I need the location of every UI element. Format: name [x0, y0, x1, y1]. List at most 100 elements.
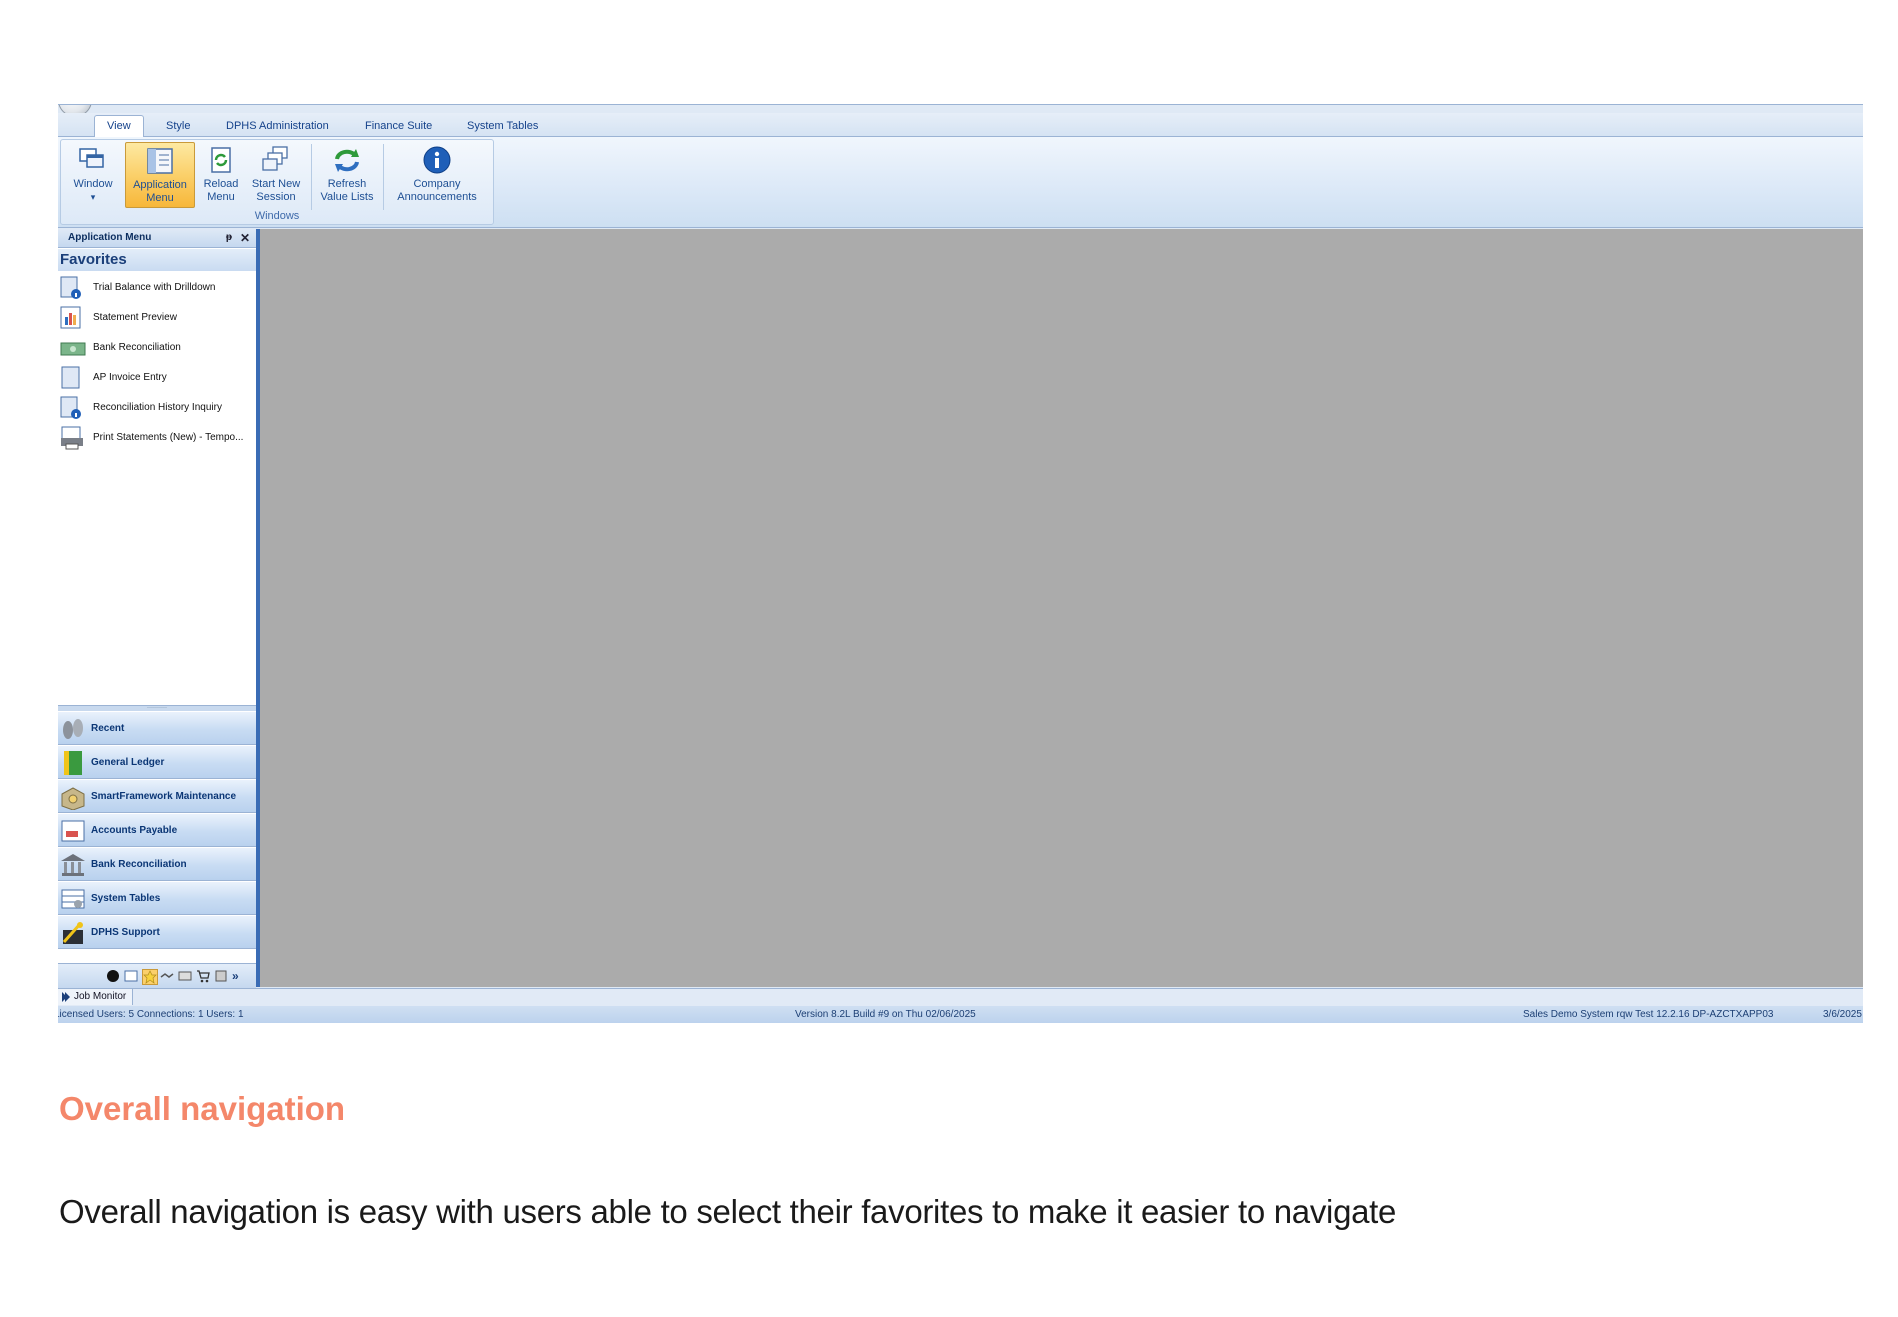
- bank-icon: [60, 852, 86, 878]
- nav-label: System Tables: [91, 893, 161, 904]
- start-new-session-label-line2: Session: [256, 191, 296, 203]
- refresh-icon: [332, 145, 362, 175]
- circle-icon[interactable]: [106, 969, 120, 983]
- document-icon: [60, 366, 82, 390]
- reload-menu-label-line2: Menu: [207, 191, 235, 203]
- refresh-value-lists-label-line1: Refresh: [327, 178, 367, 190]
- tab-view[interactable]: View: [94, 115, 144, 137]
- pin-icon[interactable]: ᵽ: [226, 229, 232, 247]
- windows-group: Window ▾ Application Menu Reload Menu St…: [60, 139, 494, 225]
- favorite-label: Reconciliation History Inquiry: [93, 402, 222, 413]
- favorite-label: Print Statements (New) - Tempo...: [93, 432, 244, 443]
- printer-icon: [60, 426, 83, 450]
- tab-dphs-administration[interactable]: DPHS Administration: [226, 116, 329, 136]
- nav-recent[interactable]: Recent: [58, 711, 256, 745]
- favorite-label: Trial Balance with Drilldown: [93, 282, 216, 293]
- reload-menu-button[interactable]: Reload Menu: [197, 142, 245, 206]
- job-monitor-icon: [62, 992, 70, 1002]
- application-menu-button[interactable]: Application Menu: [125, 142, 195, 208]
- favorite-label: Statement Preview: [93, 312, 177, 323]
- cart-icon[interactable]: [196, 969, 210, 983]
- favorites-heading: Favorites: [58, 249, 256, 271]
- status-bar: Licensed Users: 5 Connections: 1 Users: …: [58, 1006, 1863, 1023]
- invoice-icon: [60, 818, 86, 844]
- report-info-icon: [60, 276, 82, 300]
- favorite-item[interactable]: AP Invoice Entry: [58, 363, 256, 393]
- application-menu-panel: Application Menu ᵽ ✕ Favorites Trial Bal…: [58, 229, 260, 988]
- favorite-label: AP Invoice Entry: [93, 372, 167, 383]
- start-new-session-label-line1: Start New: [251, 178, 301, 190]
- refresh-value-lists-button[interactable]: Refresh Value Lists: [315, 142, 379, 206]
- favorite-item[interactable]: Reconciliation History Inquiry: [58, 393, 256, 423]
- ribbon-tab-bar: View Style DPHS Administration Finance S…: [58, 113, 1863, 137]
- panel-title-bar: Application Menu ᵽ ✕: [58, 229, 256, 248]
- support-tools-icon: [60, 920, 86, 946]
- keyboard-icon[interactable]: [178, 969, 192, 983]
- nav-general-ledger[interactable]: General Ledger: [58, 745, 256, 779]
- job-monitor-label: Job Monitor: [74, 991, 127, 1002]
- report-info-icon: [60, 396, 82, 420]
- application-menu-label-line1: Application: [133, 179, 187, 191]
- favorite-item[interactable]: Statement Preview: [58, 303, 256, 333]
- nav-bank-reconciliation[interactable]: Bank Reconciliation: [58, 847, 256, 881]
- tools-icon[interactable]: [214, 969, 228, 983]
- ribbon-separator: [383, 144, 384, 210]
- handshake-icon[interactable]: [160, 969, 174, 983]
- nav-smartframework-maintenance[interactable]: SmartFramework Maintenance: [58, 779, 256, 813]
- status-system-info: Sales Demo System rqw Test 12.2.16 DP-AZ…: [1523, 1009, 1774, 1020]
- company-announcements-label-line2: Announcements: [397, 191, 477, 203]
- status-version: Version 8.2L Build #9 on Thu 02/06/2025: [795, 1009, 976, 1020]
- nav-dphs-support[interactable]: DPHS Support: [58, 915, 256, 949]
- footprints-icon: [60, 716, 86, 742]
- reload-icon: [206, 145, 236, 175]
- close-icon[interactable]: ✕: [240, 229, 250, 247]
- nav-accounts-payable[interactable]: Accounts Payable: [58, 813, 256, 847]
- status-date: 3/6/2025: [1823, 1009, 1862, 1020]
- nav-label: General Ledger: [91, 757, 165, 768]
- tab-finance-suite[interactable]: Finance Suite: [365, 116, 432, 136]
- job-monitor-bar: Job Monitor: [58, 988, 1863, 1006]
- nav-label: Recent: [91, 723, 125, 734]
- navigation-overflow-bar: »: [58, 963, 256, 988]
- tab-system-tables[interactable]: System Tables: [467, 116, 538, 136]
- slide-body-text: Overall navigation is easy with users ab…: [59, 1193, 1397, 1230]
- nav-label: Bank Reconciliation: [91, 859, 187, 870]
- tab-style[interactable]: Style: [166, 116, 190, 136]
- company-announcements-button[interactable]: Company Announcements: [387, 142, 487, 206]
- ribbon-separator: [311, 144, 312, 210]
- info-icon: [422, 145, 452, 175]
- slide-heading: Overall navigation: [59, 1090, 346, 1127]
- window-button[interactable]: Window ▾: [65, 142, 121, 206]
- overflow-chevron-icon[interactable]: »: [232, 969, 246, 983]
- window-label: Window: [73, 178, 113, 190]
- ribbon-panel: Window ▾ Application Menu Reload Menu St…: [58, 137, 1863, 228]
- favorite-label: Bank Reconciliation: [93, 342, 181, 353]
- windows-group-label: Windows: [254, 210, 300, 222]
- bank-mini-icon[interactable]: [124, 969, 138, 983]
- nav-label: DPHS Support: [91, 927, 160, 938]
- favorite-item[interactable]: Trial Balance with Drilldown: [58, 273, 256, 303]
- refresh-value-lists-label-line2: Value Lists: [320, 191, 374, 203]
- application-menu-icon: [145, 146, 175, 176]
- gears-box-icon: [60, 784, 86, 811]
- window-icon: [78, 145, 108, 175]
- nav-label: Accounts Payable: [91, 825, 178, 836]
- reload-menu-label-line1: Reload: [203, 178, 239, 190]
- erp-application-window: View Style DPHS Administration Finance S…: [58, 104, 1863, 1023]
- mdi-workspace: [260, 229, 1863, 987]
- chart-report-icon: [60, 306, 82, 330]
- favorite-item[interactable]: Bank Reconciliation: [58, 333, 256, 363]
- status-license-info: Licensed Users: 5 Connections: 1 Users: …: [58, 1009, 244, 1020]
- table-gear-icon: [60, 886, 86, 912]
- new-session-icon: [261, 145, 291, 175]
- job-monitor-button[interactable]: Job Monitor: [58, 989, 134, 1005]
- nav-system-tables[interactable]: System Tables: [58, 881, 256, 915]
- money-icon: [60, 336, 86, 360]
- start-new-session-button[interactable]: Start New Session: [247, 142, 305, 206]
- favorite-item[interactable]: Print Statements (New) - Tempo...: [58, 423, 256, 453]
- nav-label: SmartFramework Maintenance: [91, 791, 237, 802]
- window-dropdown-arrow: ▾: [90, 192, 96, 202]
- star-icon[interactable]: [142, 969, 158, 985]
- ledger-book-icon: [60, 750, 86, 776]
- panel-title: Application Menu: [68, 232, 152, 243]
